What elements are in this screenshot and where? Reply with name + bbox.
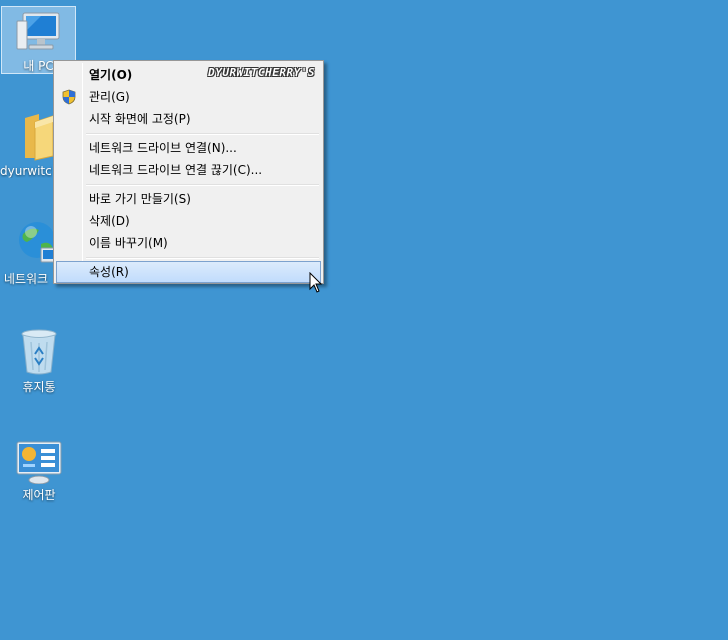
menu-separator [56,254,321,261]
desktop-icon-recycle-bin[interactable]: 휴지통 [0,328,78,395]
desktop-icon-control-panel[interactable]: 제어판 [0,440,78,503]
menu-item-delete[interactable]: 삭제(D) [56,210,321,232]
desktop-icon-label: 휴지통 [22,380,56,394]
menu-item-label: 시작 화면에 고정(P) [89,112,191,126]
menu-item-open[interactable]: 열기(O) [56,64,321,86]
mouse-cursor-icon [309,271,323,294]
menu-item-label: 삭제(D) [89,214,130,228]
menu-separator [56,181,321,188]
menu-item-rename[interactable]: 이름 바꾸기(M) [56,232,321,254]
menu-item-properties[interactable]: 속성(R) [56,261,321,283]
menu-item-create-shortcut[interactable]: 바로 가기 만들기(S) [56,188,321,210]
computer-icon [15,11,63,55]
menu-item-disconnect-network-drive[interactable]: 네트워크 드라이브 연결 끊기(C)... [56,159,321,181]
desktop-icon-label: 제어판 [22,488,56,502]
desktop-icon-label: dyurwitcherry [0,164,52,178]
menu-item-pin-to-start[interactable]: 시작 화면에 고정(P) [56,108,321,130]
menu-item-label: 속성(R) [89,265,129,279]
menu-item-label: 네트워크 드라이브 연결 끊기(C)... [89,163,263,177]
menu-item-label: 열기(O) [89,68,133,82]
menu-item-label: 바로 가기 만들기(S) [89,192,191,206]
menu-item-map-network-drive[interactable]: 네트워크 드라이브 연결(N)... [56,137,321,159]
menu-item-label: 네트워크 드라이브 연결(N)... [89,141,237,155]
control-panel-icon [15,440,63,485]
menu-item-label: 관리(G) [89,90,130,104]
menu-item-label: 이름 바꾸기(M) [89,236,168,250]
context-menu: DYURWITCHERRY'S 열기(O) 관리(G) 시작 화면에 고정(P)… [53,60,324,284]
menu-separator [56,130,321,137]
recycle-bin-icon [19,328,59,376]
menu-item-manage[interactable]: 관리(G) [56,86,321,108]
uac-shield-icon [61,89,77,105]
desktop-icon-label: 네트워크 [3,272,49,286]
